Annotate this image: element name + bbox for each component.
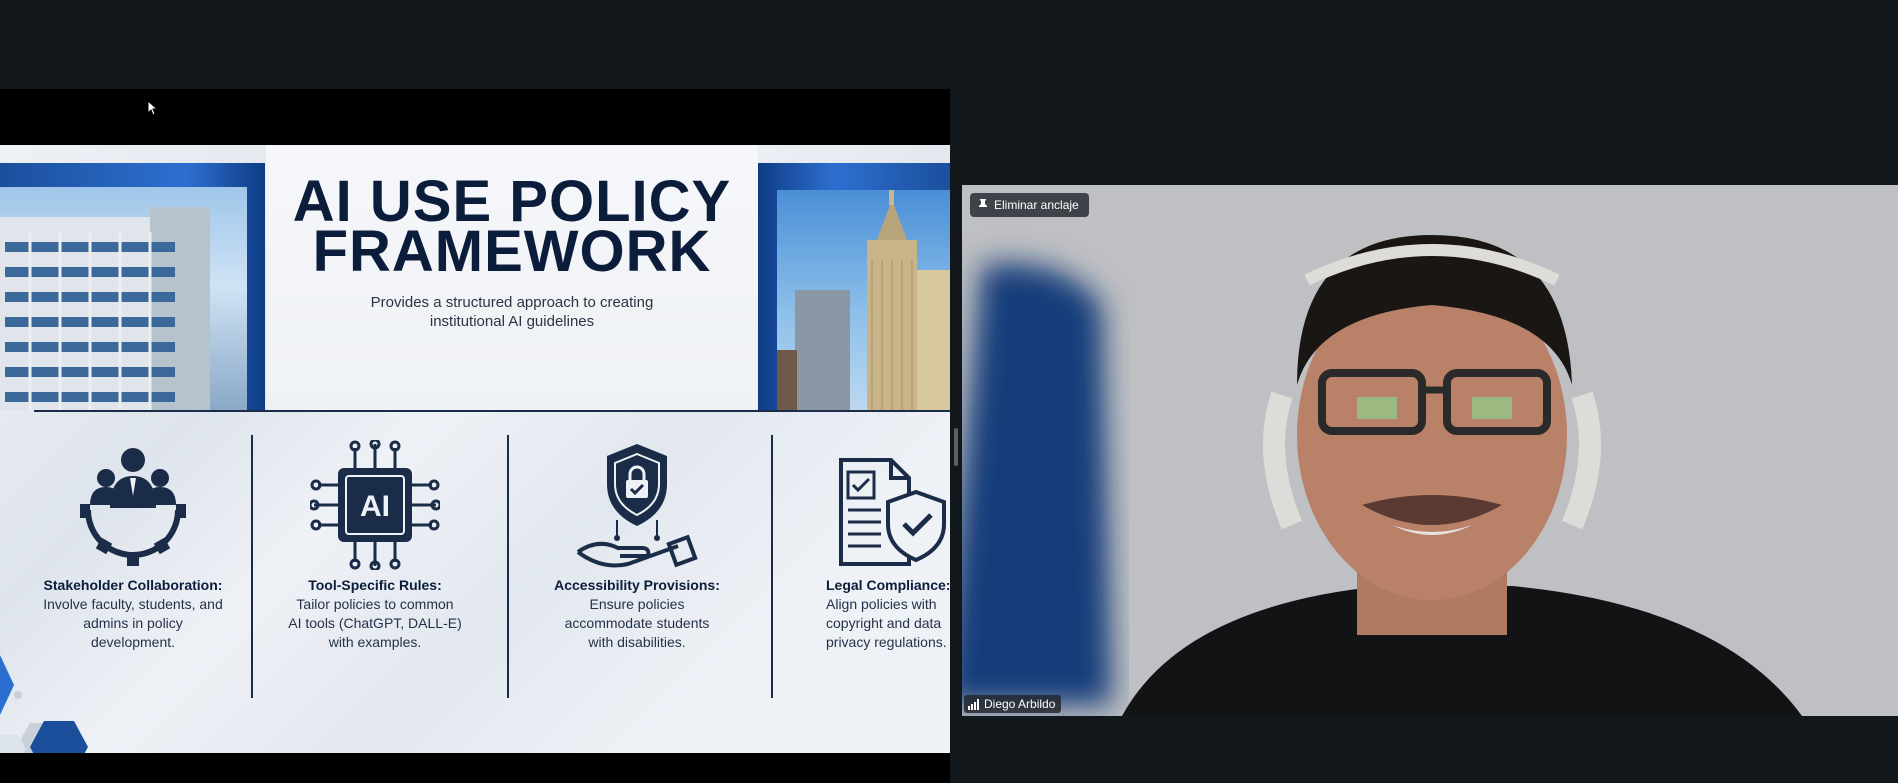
screen-share-area: AI USE POLICY FRAMEWORK Provides a struc… [0, 89, 950, 783]
separator-line [34, 410, 950, 412]
document-shield-icon [839, 458, 946, 566]
column-divider [251, 435, 253, 698]
title-box: AI USE POLICY FRAMEWORK Provides a struc… [266, 145, 758, 410]
presentation-slide: AI USE POLICY FRAMEWORK Provides a struc… [0, 145, 950, 753]
slide-subtitle-line2: institutional AI guidelines [429, 313, 595, 330]
slide-subtitle: Provides a structured approach to creati… [266, 293, 758, 331]
feature-tool-rules-heading: Tool-Specific Rules: [308, 577, 442, 593]
participant-name: Diego Arbildo [984, 697, 1056, 711]
svg-text:AI: AI [360, 490, 390, 523]
participant-video[interactable] [962, 185, 1898, 716]
feature-tool-rules: AI Tool-Specific Rules: Tailor policies … [260, 440, 490, 652]
team-gear-icon [80, 448, 186, 566]
participant-name-tag: Diego Arbildo [964, 695, 1062, 713]
signal-bars-icon [968, 698, 979, 710]
mouse-cursor-icon [147, 100, 159, 116]
column-divider [771, 435, 773, 698]
feature-accessibility-desc-line3: with disabilities. [588, 634, 686, 650]
right-skyline-photo [777, 190, 950, 410]
unpin-button[interactable]: Eliminar anclaje [970, 193, 1089, 217]
feature-legal-desc-line2: copyright and data [826, 615, 942, 631]
feature-tool-rules-desc-line2: AI tools (ChatGPT, DALL-E) [288, 615, 462, 631]
column-divider [507, 435, 509, 698]
feature-accessibility-desc: Ensure policies accommodate students wit… [522, 595, 752, 652]
feature-stakeholder-desc-line1: Involve faculty, students, and [43, 596, 223, 612]
feature-legal-desc-line1: Align policies with [826, 596, 937, 612]
feature-tool-rules-desc-line3: with examples. [328, 634, 422, 650]
left-building-photo [0, 187, 247, 410]
pin-icon [979, 199, 987, 211]
feature-accessibility: Accessibility Provisions: Ensure policie… [522, 440, 752, 652]
split-resize-handle[interactable] [954, 428, 958, 466]
slide-title-line2: FRAMEWORK [312, 219, 712, 284]
feature-accessibility-desc-line1: Ensure policies [589, 596, 685, 612]
ai-chip-icon: AI [310, 440, 440, 570]
feature-legal-desc: Align policies with copyright and data p… [788, 595, 950, 652]
feature-stakeholder-desc: Involve faculty, students, and admins in… [18, 595, 248, 652]
decorative-hexagons [0, 655, 88, 753]
slide-subtitle-line1: Provides a structured approach to creati… [370, 294, 654, 311]
slide-title: AI USE POLICY FRAMEWORK [266, 173, 758, 281]
feature-stakeholder-desc-line3: development. [90, 634, 176, 650]
feature-accessibility-desc-line2: accommodate students [564, 615, 710, 631]
feature-stakeholder: Stakeholder Collaboration: Involve facul… [18, 440, 248, 652]
feature-tool-rules-desc: Tailor policies to common AI tools (Chat… [260, 595, 490, 652]
feature-stakeholder-heading: Stakeholder Collaboration: [43, 577, 223, 593]
feature-tool-rules-desc-line1: Tailor policies to common [296, 596, 454, 612]
hand-shield-lock-icon [576, 444, 698, 568]
unpin-label: Eliminar anclaje [994, 198, 1079, 212]
feature-stakeholder-desc-line2: admins in policy [83, 615, 183, 631]
feature-accessibility-heading: Accessibility Provisions: [554, 577, 720, 593]
feature-legal: Legal Compliance: Align policies with co… [788, 440, 950, 652]
feature-legal-heading: Legal Compliance: [826, 577, 950, 593]
feature-legal-desc-line3: privacy regulations. [826, 634, 947, 650]
